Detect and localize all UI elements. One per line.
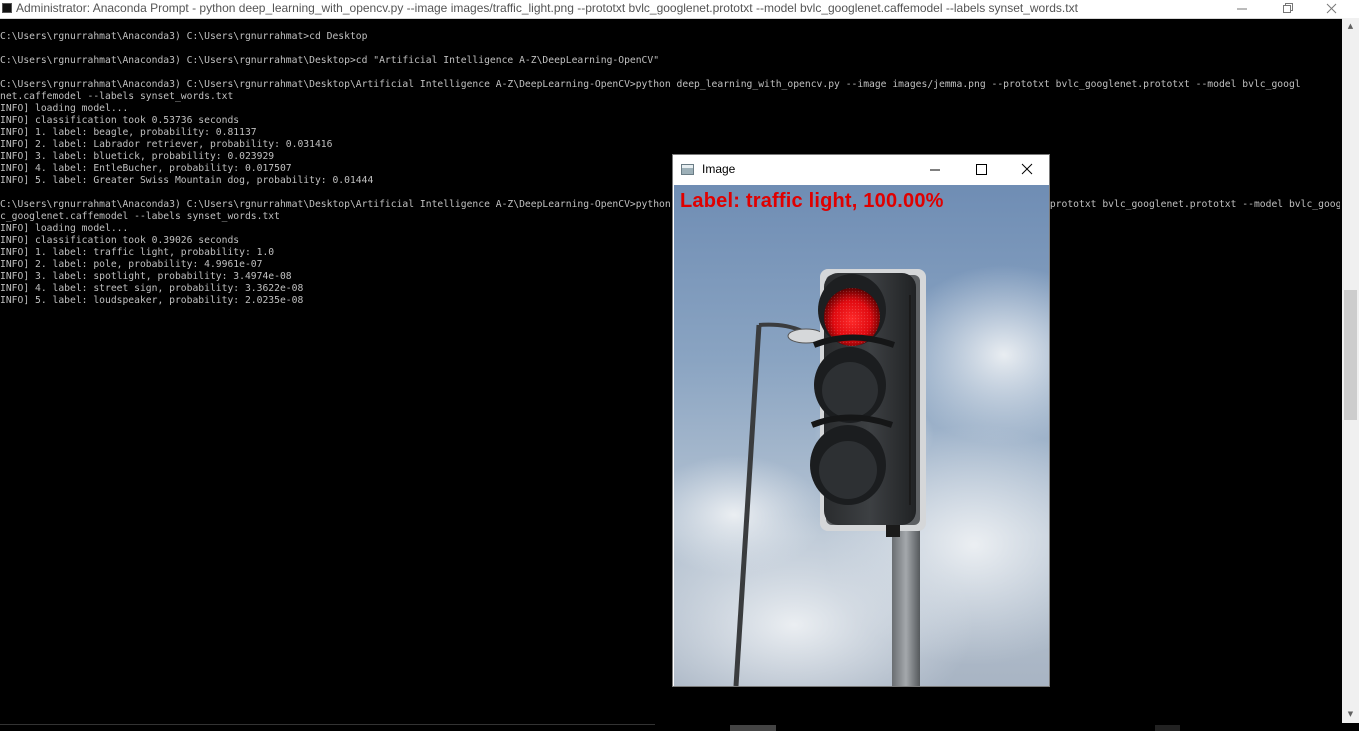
image-titlebar[interactable]: Image [673,155,1049,185]
traffic-light-photo [674,185,1049,686]
console-line: INFO] 5. label: Greater Swiss Mountain d… [0,175,374,186]
console-line: C:\Users\rgnurrahmat\Anaconda3) C:\Users… [0,199,1340,210]
scroll-up-arrow-icon[interactable]: ▲ [1342,18,1359,35]
classification-label: Label: traffic light, 100.00% [680,190,944,212]
console-line: INFO] classification took 0.39026 second… [0,235,240,246]
console-line: INFO] 1. label: traffic light, probabili… [0,247,275,258]
console-line: c_googlenet.caffemodel --labels synset_w… [0,211,280,222]
minimize-icon [1237,8,1247,10]
image-window-title: Image [702,162,736,176]
image-window[interactable]: Image Label: traffic light, 100.00% [672,154,1050,687]
scroll-thumb[interactable] [1344,290,1357,420]
console-close-button[interactable] [1310,0,1354,18]
console-line: INFO] 3. label: bluetick, probability: 0… [0,151,275,162]
console-line: INFO] 1. label: beagle, probability: 0.8… [0,127,257,138]
horizontal-scroll-thumb[interactable] [730,725,776,731]
image-canvas: Label: traffic light, 100.00% [674,185,1049,686]
vertical-scrollbar[interactable]: ▲ ▼ [1342,18,1359,723]
window-icon [681,164,694,175]
console-output[interactable]: C:\Users\rgnurrahmat\Anaconda3) C:\Users… [0,31,1340,721]
console-line: INFO] loading model... [0,103,129,114]
console-minimize-button[interactable] [1220,0,1264,18]
console-line: C:\Users\rgnurrahmat\Anaconda3) C:\Users… [0,55,660,66]
console-line: C:\Users\rgnurrahmat\Anaconda3) C:\Users… [0,31,368,42]
console-line: INFO] 2. label: Labrador retriever, prob… [0,139,333,150]
console-line: net.caffemodel --labels synset_words.txt [0,91,234,102]
cmd-icon [2,3,12,13]
minimize-icon [930,169,940,171]
console-line: INFO] 4. label: street sign, probability… [0,283,304,294]
horizontal-scroll-divider [0,724,655,725]
console-line: INFO] loading model... [0,223,129,234]
console-line: INFO] 3. label: spotlight, probability: … [0,271,292,282]
console-titlebar[interactable]: Administrator: Anaconda Prompt - python … [0,0,1359,19]
image-minimize-button[interactable] [912,155,958,185]
console-restore-button[interactable] [1265,0,1309,18]
maximize-icon [976,164,987,175]
horizontal-scroll-marker [1155,725,1180,731]
console-line: INFO] 4. label: EntleBucher, probability… [0,163,292,174]
console-line: INFO] classification took 0.53736 second… [0,115,240,126]
restore-icon [1283,3,1293,13]
console-line: C:\Users\rgnurrahmat\Anaconda3) C:\Users… [0,79,1301,90]
close-icon [1021,163,1033,175]
console-title: Administrator: Anaconda Prompt - python … [16,1,1078,15]
console-line: INFO] 2. label: pole, probability: 4.996… [0,259,263,270]
console-line: INFO] 5. label: loudspeaker, probability… [0,295,304,306]
close-icon [1326,3,1337,14]
image-maximize-button[interactable] [958,155,1004,185]
image-close-button[interactable] [1004,155,1050,185]
scroll-down-arrow-icon[interactable]: ▼ [1342,706,1359,723]
